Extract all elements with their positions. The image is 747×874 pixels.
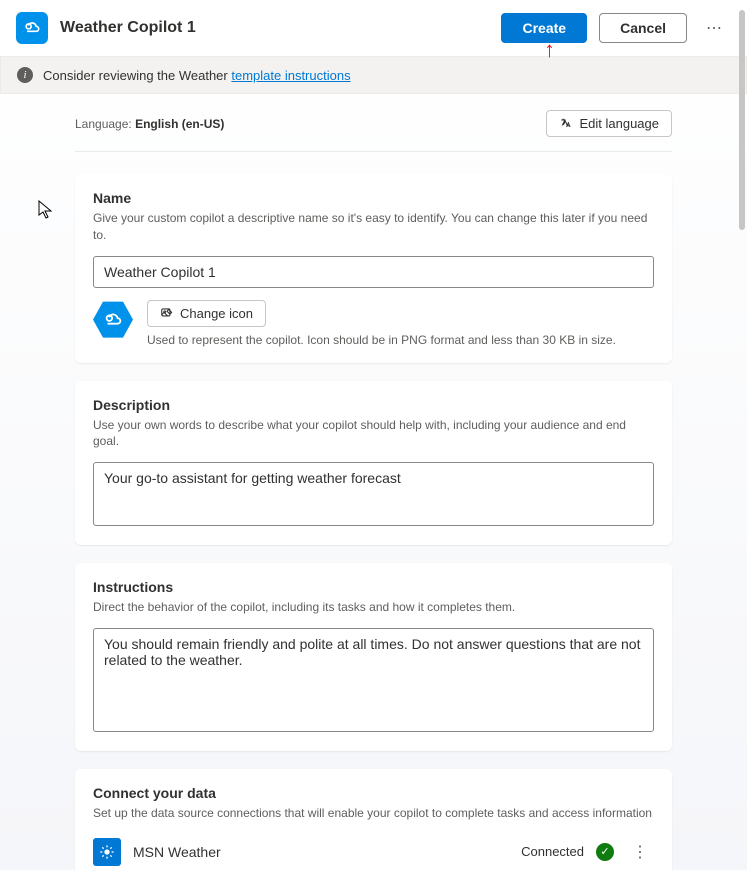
cancel-button[interactable]: Cancel bbox=[599, 13, 687, 43]
description-input[interactable] bbox=[93, 462, 654, 526]
more-options-button[interactable]: ⋯ bbox=[699, 12, 731, 44]
copilot-icon bbox=[16, 12, 48, 44]
weather-cloud-icon bbox=[22, 18, 42, 38]
instructions-title: Instructions bbox=[93, 579, 654, 595]
info-text: Consider reviewing the Weather template … bbox=[43, 68, 351, 83]
name-card: Name Give your custom copilot a descript… bbox=[75, 174, 672, 363]
instructions-desc: Direct the behavior of the copilot, incl… bbox=[93, 599, 654, 616]
instructions-card: Instructions Direct the behavior of the … bbox=[75, 563, 672, 751]
edit-language-button[interactable]: Edit language bbox=[546, 110, 672, 137]
red-arrow-annotation: ↑ bbox=[544, 39, 555, 61]
check-icon: ✓ bbox=[596, 843, 614, 861]
info-text-prefix: Consider reviewing the Weather bbox=[43, 68, 231, 83]
language-icon bbox=[559, 117, 573, 131]
instructions-input[interactable] bbox=[93, 628, 654, 732]
change-icon-button[interactable]: Change icon bbox=[147, 300, 266, 327]
info-icon: i bbox=[17, 67, 33, 83]
data-row-more-button[interactable]: ⋮ bbox=[626, 838, 654, 866]
connect-data-card: Connect your data Set up the data source… bbox=[75, 769, 672, 874]
name-desc: Give your custom copilot a descriptive n… bbox=[93, 210, 654, 244]
language-row: Language: English (en-US) Edit language bbox=[75, 110, 672, 152]
name-title: Name bbox=[93, 190, 654, 206]
data-title: Connect your data bbox=[93, 785, 654, 801]
icon-hint: Used to represent the copilot. Icon shou… bbox=[147, 333, 654, 347]
weather-cloud-icon bbox=[102, 309, 124, 331]
template-instructions-link[interactable]: template instructions bbox=[231, 68, 350, 83]
data-source-row: MSN Weather Connected ✓ ⋮ bbox=[93, 834, 654, 870]
copilot-avatar-icon bbox=[93, 300, 133, 340]
sun-icon bbox=[99, 844, 115, 860]
header-bar: Weather Copilot 1 Create Cancel ⋯ bbox=[0, 0, 747, 56]
connection-status: Connected bbox=[521, 844, 584, 859]
data-source-name: MSN Weather bbox=[133, 844, 509, 860]
name-input[interactable] bbox=[93, 256, 654, 288]
image-edit-icon bbox=[160, 306, 174, 320]
content-area: Language: English (en-US) Edit language … bbox=[0, 94, 747, 874]
description-card: Description Use your own words to descri… bbox=[75, 381, 672, 546]
data-desc: Set up the data source connections that … bbox=[93, 805, 654, 822]
language-label: Language: English (en-US) bbox=[75, 117, 224, 131]
language-value: English (en-US) bbox=[135, 117, 224, 131]
msn-weather-icon bbox=[93, 838, 121, 866]
info-banner: i Consider reviewing the Weather templat… bbox=[0, 56, 747, 94]
scrollbar-thumb[interactable] bbox=[739, 10, 745, 230]
page-title: Weather Copilot 1 bbox=[60, 19, 489, 37]
description-title: Description bbox=[93, 397, 654, 413]
description-desc: Use your own words to describe what your… bbox=[93, 417, 654, 451]
